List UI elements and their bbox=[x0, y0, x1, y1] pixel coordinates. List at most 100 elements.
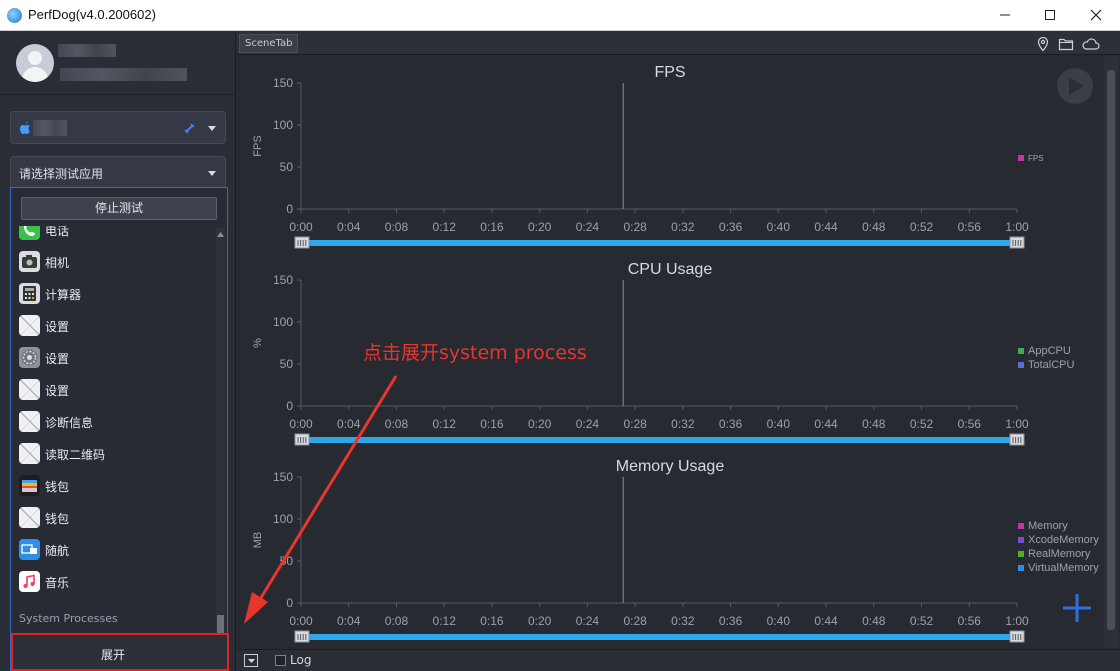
x-tick-label: 0:44 bbox=[814, 220, 838, 234]
y-axis-label: FPS bbox=[252, 135, 264, 156]
sidecar-icon bbox=[19, 539, 40, 560]
x-tick-label: 0:56 bbox=[958, 417, 982, 431]
legend-label: XcodeMemory bbox=[1028, 534, 1099, 546]
x-tick-label: 0:04 bbox=[337, 220, 361, 234]
apple-icon bbox=[20, 121, 30, 134]
main-scrollbar[interactable] bbox=[1104, 56, 1118, 648]
x-tick-label: 0:40 bbox=[767, 220, 791, 234]
y-tick-label: 150 bbox=[273, 76, 293, 90]
x-tick-label: 0:48 bbox=[862, 614, 886, 628]
chart-title: CPU Usage bbox=[628, 261, 713, 278]
list-item[interactable]: 计算器 bbox=[19, 282, 215, 306]
list-item[interactable]: 读取二维码 bbox=[19, 442, 215, 466]
list-item[interactable]: 设置 bbox=[19, 314, 215, 338]
window-title: PerfDog(v4.0.200602) bbox=[28, 7, 156, 22]
x-tick-label: 1:00 bbox=[1005, 614, 1029, 628]
x-tick-label: 0:16 bbox=[480, 614, 504, 628]
list-item-label: 电话 bbox=[45, 226, 70, 238]
app-dropdown-list: 停止测试 电话 相机 计算器 设置 设置 设置 诊断信息 读取二维码 钱包 钱包 随航 音乐 Syst… bbox=[10, 187, 229, 671]
list-item-label: 随航 bbox=[45, 544, 70, 558]
legend-label: Memory bbox=[1028, 520, 1068, 532]
triangle-down-icon bbox=[248, 659, 255, 663]
range-handle-end bbox=[1009, 433, 1025, 446]
x-tick-label: 0:52 bbox=[910, 220, 934, 234]
range-handle-end bbox=[1009, 630, 1025, 643]
bottom-bar: Log bbox=[237, 649, 1120, 671]
legend-label: RealMemory bbox=[1028, 548, 1091, 560]
folder-icon[interactable] bbox=[1058, 36, 1074, 52]
scene-tab-bar: SceneTab bbox=[237, 32, 1120, 55]
tab-scene[interactable]: SceneTab bbox=[239, 34, 299, 53]
list-item[interactable]: 设置 bbox=[19, 378, 215, 402]
annotation-arrow bbox=[244, 375, 398, 624]
list-item-label: 计算器 bbox=[45, 288, 82, 302]
list-item-label: 钱包 bbox=[45, 512, 70, 526]
x-tick-label: 0:48 bbox=[862, 417, 886, 431]
close-icon bbox=[1090, 9, 1102, 21]
cloud-icon[interactable] bbox=[1081, 36, 1101, 52]
x-tick-label: 0:32 bbox=[671, 220, 695, 234]
x-tick-label: 0:40 bbox=[767, 614, 791, 628]
x-tick-label: 0:16 bbox=[480, 417, 504, 431]
list-item[interactable]: 设置 bbox=[19, 346, 215, 370]
list-item[interactable]: 音乐 bbox=[19, 570, 215, 594]
x-tick-label: 0:20 bbox=[528, 220, 552, 234]
y-tick-label: 100 bbox=[273, 118, 293, 132]
list-item[interactable]: 诊断信息 bbox=[19, 410, 215, 434]
calculator-icon bbox=[19, 283, 40, 304]
location-pin-icon[interactable] bbox=[1035, 36, 1051, 52]
list-item-label: 设置 bbox=[45, 352, 70, 366]
divider bbox=[0, 94, 236, 95]
list-item-label: 读取二维码 bbox=[45, 448, 106, 462]
x-tick-label: 0:40 bbox=[767, 417, 791, 431]
list-item[interactable]: 随航 bbox=[19, 538, 215, 562]
log-checkbox[interactable] bbox=[275, 655, 286, 666]
list-item[interactable]: 钱包 bbox=[19, 506, 215, 530]
device-select[interactable] bbox=[10, 111, 226, 144]
close-button[interactable] bbox=[1073, 0, 1119, 31]
list-scrollbar[interactable] bbox=[216, 228, 225, 668]
placeholder-icon bbox=[19, 507, 40, 528]
app-select-label: 请选择测试应用 bbox=[19, 167, 104, 181]
legend-swatch bbox=[1018, 565, 1024, 571]
list-item-label: 音乐 bbox=[45, 576, 70, 590]
x-tick-label: 0:28 bbox=[623, 220, 647, 234]
list-item[interactable]: 相机 bbox=[19, 250, 215, 274]
legend-label: AppCPU bbox=[1028, 345, 1071, 357]
x-tick-label: 0:00 bbox=[289, 220, 313, 234]
expand-label: 展开 bbox=[100, 648, 125, 662]
x-tick-label: 0:24 bbox=[576, 417, 600, 431]
x-tick-label: 1:00 bbox=[1005, 417, 1029, 431]
avatar[interactable] bbox=[16, 44, 54, 82]
x-tick-label: 0:36 bbox=[719, 417, 743, 431]
x-tick-label: 0:16 bbox=[480, 220, 504, 234]
list-item-label: 相机 bbox=[45, 256, 70, 270]
main-scroll-thumb[interactable] bbox=[1107, 70, 1115, 630]
x-tick-label: 0:44 bbox=[814, 614, 838, 628]
expand-system-processes-button[interactable]: 展开 bbox=[11, 633, 229, 671]
range-handle-start bbox=[294, 630, 310, 643]
minimize-icon bbox=[1000, 14, 1010, 16]
x-tick-label: 0:12 bbox=[433, 220, 457, 234]
username-redacted bbox=[58, 44, 116, 57]
legend-swatch bbox=[1018, 348, 1024, 354]
minimize-button[interactable] bbox=[982, 0, 1028, 31]
phone-icon bbox=[19, 226, 40, 240]
app-select[interactable]: 请选择测试应用 bbox=[10, 156, 226, 189]
y-tick-label: 150 bbox=[273, 273, 293, 287]
legend-label: FPS bbox=[1028, 154, 1044, 163]
maximize-icon bbox=[1045, 10, 1055, 20]
maximize-button[interactable] bbox=[1027, 0, 1073, 31]
list-item[interactable]: 钱包 bbox=[19, 474, 215, 498]
collapse-log-button[interactable] bbox=[244, 654, 258, 667]
annotation-text: 点击展开system process bbox=[363, 342, 587, 364]
y-tick-label: 50 bbox=[280, 160, 294, 174]
stop-test-button[interactable]: 停止测试 bbox=[21, 197, 217, 220]
y-tick-label: 100 bbox=[273, 315, 293, 329]
account-redacted bbox=[60, 68, 187, 81]
legend-label: TotalCPU bbox=[1028, 359, 1075, 371]
legend-label: VirtualMemory bbox=[1028, 562, 1099, 574]
list-item-label: 钱包 bbox=[45, 480, 70, 494]
list-item-label: 设置 bbox=[45, 320, 70, 334]
list-item[interactable]: 电话 bbox=[19, 226, 215, 242]
